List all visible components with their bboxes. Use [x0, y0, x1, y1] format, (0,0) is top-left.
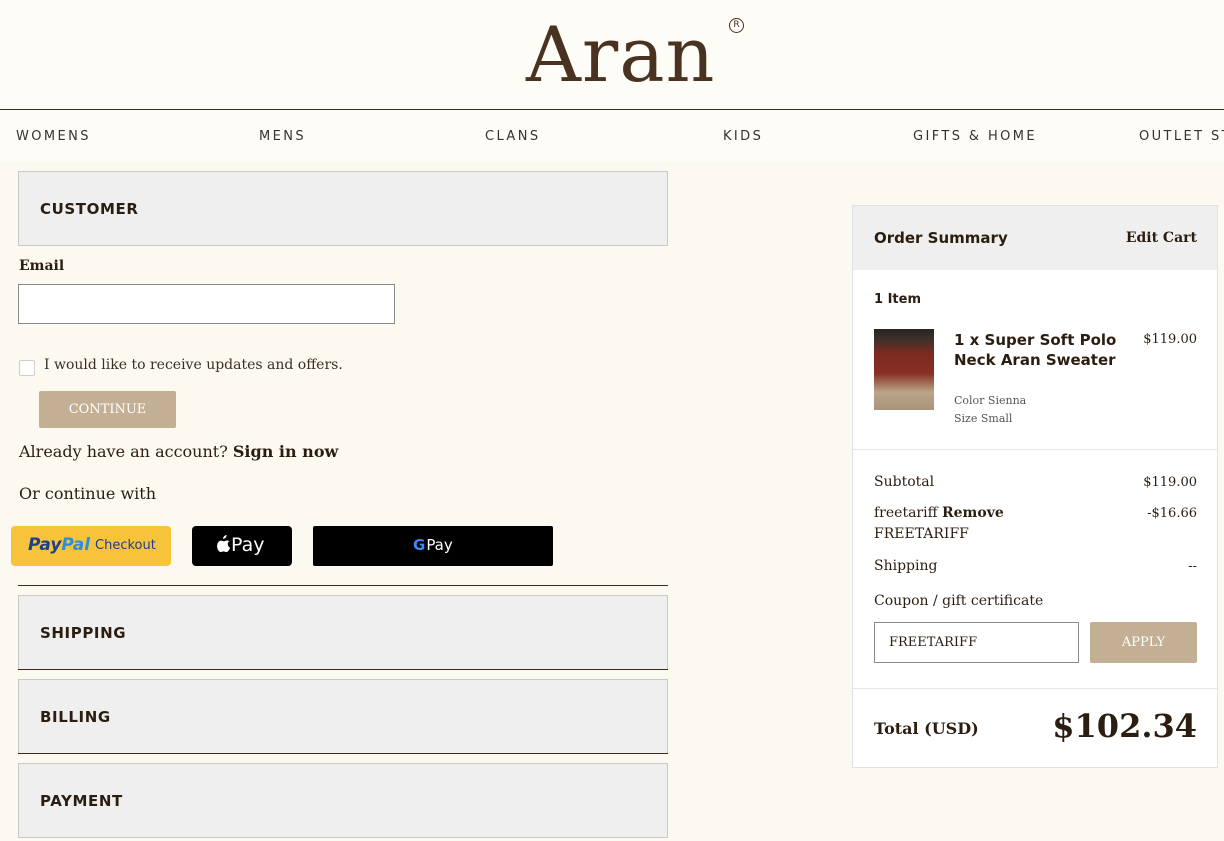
nav-mens[interactable]: MENS [259, 129, 306, 144]
discount-row: freetariff Remove [874, 505, 1004, 521]
customer-section[interactable]: CUSTOMER [18, 171, 668, 246]
sign-in-link[interactable]: Sign in now [233, 442, 338, 461]
coupon-field[interactable]: FREETARIFF [874, 622, 1079, 663]
nav-womens[interactable]: WOMENS [16, 129, 91, 144]
apple-icon [217, 535, 231, 553]
product-color: Color Sienna [954, 394, 1027, 407]
shipping-section[interactable]: SHIPPING [18, 595, 668, 670]
google-g-icon: G [413, 536, 426, 554]
billing-section[interactable]: BILLING [18, 679, 668, 754]
order-summary: Order Summary Edit Cart 1 Item 1 x Super… [852, 205, 1218, 768]
nav-outlet[interactable]: OUTLET ST [1139, 129, 1224, 144]
email-label: Email [19, 258, 65, 274]
total-label: Total (USD) [874, 719, 979, 738]
continue-button[interactable]: CONTINUE [39, 391, 176, 428]
updates-checkbox[interactable] [19, 360, 35, 376]
account-prompt: Already have an account? Sign in now [19, 442, 338, 461]
nav-clans[interactable]: CLANS [485, 129, 541, 144]
updates-label: I would like to receive updates and offe… [44, 357, 343, 373]
google-pay-button[interactable]: GPay [313, 526, 553, 566]
paypal-button[interactable]: PayPal Checkout [11, 526, 171, 566]
paypal-checkout-text: Checkout [95, 538, 156, 553]
summary-divider [853, 688, 1217, 689]
subtotal-label: Subtotal [874, 474, 935, 490]
total-value: $102.34 [1052, 707, 1197, 745]
product-size: Size Small [954, 412, 1013, 425]
apple-pay-label: Pay [217, 534, 265, 556]
site-header: Aran R [0, 0, 1224, 110]
email-field[interactable] [18, 284, 395, 324]
payment-title: PAYMENT [40, 792, 123, 810]
paypal-logo: PayPal [28, 535, 91, 555]
billing-title: BILLING [40, 708, 111, 726]
edit-cart-link[interactable]: Edit Cart [1126, 230, 1197, 246]
google-pay-label: GPay [413, 536, 453, 554]
shipping-label: Shipping [874, 558, 938, 574]
discount-code: freetariff [874, 505, 938, 521]
account-prefix: Already have an account? [19, 442, 228, 461]
remove-discount-link[interactable]: Remove [942, 505, 1004, 521]
shipping-value: -- [1188, 559, 1197, 574]
divider [18, 585, 668, 586]
payment-section[interactable]: PAYMENT [18, 763, 668, 838]
subtotal-value: $119.00 [1143, 475, 1197, 490]
main-nav: WOMENS MENS CLANS KIDS GIFTS & HOME OUTL… [0, 110, 1224, 162]
nav-gifts-home[interactable]: GIFTS & HOME [913, 129, 1037, 144]
divider [18, 669, 668, 670]
registered-mark: R [729, 18, 744, 33]
divider [18, 753, 668, 754]
discount-code-upper: FREETARIFF [874, 526, 969, 542]
apple-pay-button[interactable]: Pay [192, 526, 292, 566]
summary-divider [853, 449, 1217, 450]
product-name: 1 x Super Soft Polo Neck Aran Sweater [954, 331, 1117, 369]
order-summary-header: Order Summary Edit Cart [853, 206, 1217, 270]
coupon-label: Coupon / gift certificate [874, 593, 1044, 609]
product-thumbnail [874, 329, 934, 410]
nav-kids[interactable]: KIDS [723, 129, 763, 144]
discount-value: -$16.66 [1147, 506, 1197, 521]
order-summary-title: Order Summary [874, 229, 1008, 247]
brand-logo[interactable]: Aran [526, 10, 715, 100]
item-count: 1 Item [874, 292, 921, 307]
shipping-title: SHIPPING [40, 624, 127, 642]
customer-title: CUSTOMER [40, 200, 139, 218]
apply-button[interactable]: APPLY [1090, 622, 1197, 663]
product-price: $119.00 [1143, 332, 1197, 347]
continue-with-label: Or continue with [19, 484, 157, 503]
